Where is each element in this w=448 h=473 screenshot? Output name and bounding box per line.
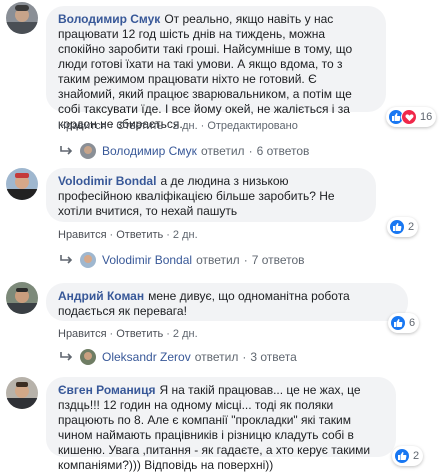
reactions-badge[interactable]: 16 xyxy=(386,107,437,127)
comment-actions: Нравится · Ответить · 2 дн. xyxy=(58,229,198,241)
reply-count: 6 ответов xyxy=(256,144,310,158)
comment-actions: Нравится · Ответить · 2 дн. · Отредактировано xyxy=(58,120,298,132)
view-replies-link[interactable]: Volodimir Bondal ответил · 7 ответов xyxy=(58,252,305,268)
comment-actions: Нравится · Ответить · 2 дн. xyxy=(58,328,198,340)
reply-button[interactable]: Ответить xyxy=(116,328,163,340)
reactions-count: 6 xyxy=(409,317,416,329)
comment-time[interactable]: 2 дн. xyxy=(173,120,198,132)
comment-author[interactable]: Володимир Смук xyxy=(58,12,160,26)
like-icon xyxy=(389,219,405,235)
reactions-badge[interactable]: 6 xyxy=(388,313,420,333)
reply-verb: ответил xyxy=(200,144,245,158)
comment-time[interactable]: 2 дн. xyxy=(173,229,198,241)
like-button[interactable]: Нравится xyxy=(58,328,107,340)
comment-author[interactable]: Євген Романиця xyxy=(58,383,155,397)
reply-author: Volodimir Bondal xyxy=(102,253,193,267)
reactions-count: 2 xyxy=(408,221,415,233)
reply-avatar xyxy=(80,349,96,365)
avatar[interactable] xyxy=(6,168,38,200)
reply-count: 3 ответа xyxy=(250,350,297,364)
comment-text: От реально, якщо навіть у нас працювати … xyxy=(58,12,353,131)
comment-author[interactable]: Volodimir Bondal xyxy=(58,174,156,188)
reply-verb: ответил xyxy=(194,350,239,364)
comment-author[interactable]: Андрий Коман xyxy=(58,289,144,303)
like-icon xyxy=(390,315,406,331)
reactions-badge[interactable]: 2 xyxy=(387,217,419,237)
reply-arrow-icon xyxy=(60,255,73,264)
reply-count: 7 ответов xyxy=(251,253,305,267)
reply-button[interactable]: Ответить xyxy=(116,229,163,241)
reply-author: Oleksandr Zerov xyxy=(102,350,191,364)
reactions-count: 16 xyxy=(420,111,433,123)
like-button[interactable]: Нравится xyxy=(58,229,107,241)
avatar[interactable] xyxy=(6,282,38,314)
reply-avatar xyxy=(80,252,96,268)
love-icon xyxy=(401,109,417,125)
like-button[interactable]: Нравится xyxy=(58,120,107,132)
reply-author: Володимир Смук xyxy=(102,144,197,158)
reply-arrow-icon xyxy=(60,146,73,155)
reactions-count: 2 xyxy=(413,450,420,462)
avatar[interactable] xyxy=(6,377,38,409)
view-replies-link[interactable]: Oleksandr Zerov ответил · 3 ответа xyxy=(58,349,297,365)
comment-time[interactable]: 2 дн. xyxy=(173,328,198,340)
reply-avatar xyxy=(80,143,96,159)
comment-bubble: Андрий Коман мене дивує, що одноманітна р… xyxy=(46,283,408,321)
comment-bubble: Євген Романиця Я на такій працював... це … xyxy=(46,377,396,472)
reply-button[interactable]: Ответить xyxy=(116,120,163,132)
reply-arrow-icon xyxy=(60,352,73,361)
like-icon xyxy=(394,448,410,464)
avatar[interactable] xyxy=(6,2,38,34)
reply-verb: ответил xyxy=(196,253,240,267)
comment-bubble: Volodimir Bondal а де людина з низькою пр… xyxy=(46,168,376,222)
view-replies-link[interactable]: Володимир Смук ответил · 6 ответов xyxy=(58,143,309,159)
comment-bubble: Володимир Смук От реально, якщо навіть у … xyxy=(46,6,386,131)
edited-label[interactable]: Отредактировано xyxy=(207,120,298,132)
reactions-badge[interactable]: 2 xyxy=(392,446,424,466)
